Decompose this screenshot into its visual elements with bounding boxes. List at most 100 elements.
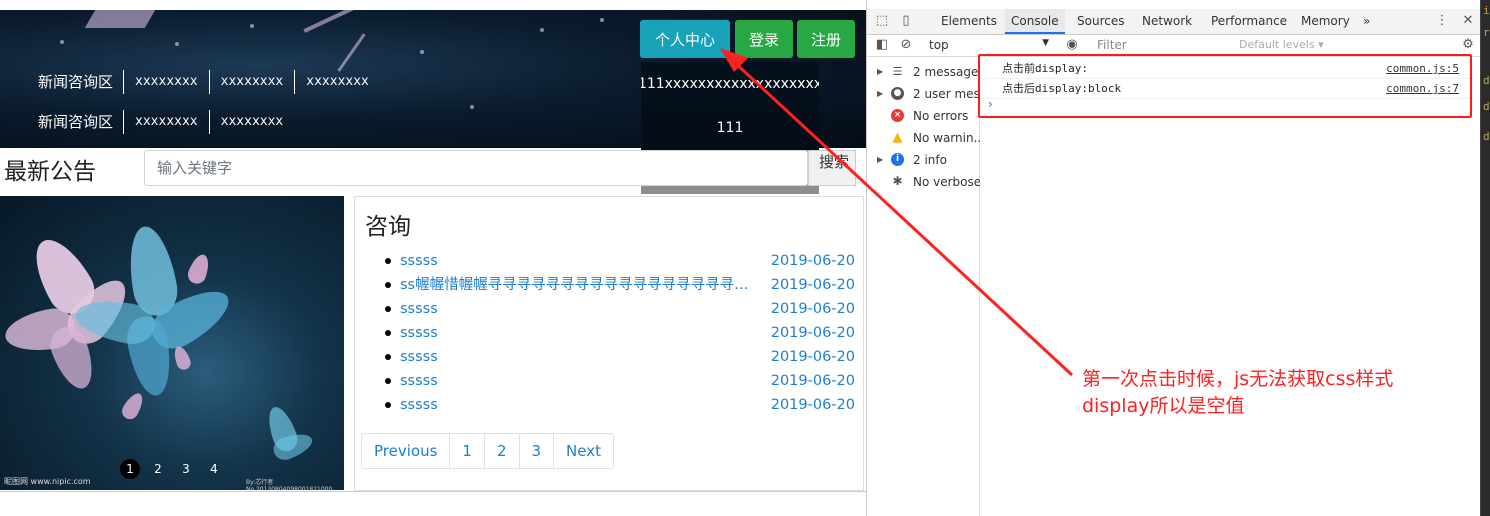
page-3-button[interactable]: 3 xyxy=(518,434,554,468)
list-item: sssss 2019-06-20 xyxy=(385,321,855,345)
bullet-icon xyxy=(385,258,391,264)
register-button[interactable]: 注册 xyxy=(797,20,855,58)
bug-icon: ✱ xyxy=(892,174,903,188)
tab-memory[interactable]: Memory xyxy=(1301,9,1350,34)
eye-icon[interactable]: ◉ xyxy=(1065,38,1079,52)
sidebar-item-errors[interactable]: × No errors xyxy=(867,105,980,127)
consult-item-date: 2019-06-20 xyxy=(770,277,855,293)
tab-elements[interactable]: Elements xyxy=(941,9,997,34)
carousel-indicator[interactable]: 1 xyxy=(120,459,140,479)
kebab-menu-icon[interactable]: ⋮ xyxy=(1435,14,1449,28)
nav-item[interactable]: xxxxxxxx xyxy=(123,70,209,94)
image-carousel[interactable]: 1 2 3 4 昵图网 www.nipic.com By:芯行者 No.2013… xyxy=(0,196,344,490)
page-1-button[interactable]: 1 xyxy=(449,434,484,468)
user-icon: ● xyxy=(891,87,904,100)
carousel-indicator[interactable]: 4 xyxy=(204,459,224,479)
consult-item-link[interactable]: sssss xyxy=(400,249,762,273)
sidebar-toggle-icon[interactable]: ◧ xyxy=(875,38,889,52)
search-button[interactable]: 搜索 xyxy=(808,150,856,186)
tab-performance[interactable]: Performance xyxy=(1211,9,1287,34)
nav-item[interactable]: xxxxxxxx xyxy=(294,70,380,94)
login-button[interactable]: 登录 xyxy=(735,20,793,58)
bullet-icon xyxy=(385,282,391,288)
list-item: sssss 2019-06-20 xyxy=(385,297,855,321)
clear-console-icon[interactable]: ⊘ xyxy=(899,38,913,52)
bullet-icon xyxy=(385,402,391,408)
console-output: 点击前display: common.js:5 点击后display:block… xyxy=(980,57,1474,516)
nav-row-1: 新闻咨询区 xxxxxxxx xxxxxxxx xxxxxxxx xyxy=(28,70,380,94)
carousel-indicator[interactable]: 3 xyxy=(176,459,196,479)
error-icon: × xyxy=(891,109,904,122)
previous-page-button[interactable]: Previous xyxy=(362,434,449,468)
consult-item-link[interactable]: sssss xyxy=(400,321,762,345)
consult-item-link[interactable]: sssss xyxy=(400,369,762,393)
expand-arrow-icon: ▶ xyxy=(877,67,884,76)
list-item: sssss 2019-06-20 xyxy=(385,249,855,273)
sidebar-item-warnings[interactable]: ▲ No warnin... xyxy=(867,127,981,149)
bullet-icon xyxy=(385,306,391,312)
consult-panel: 咨询 sssss 2019-06-20 ss幄幄惜幄幄寻寻寻寻寻寻寻寻寻寻寻寻寻寻… xyxy=(354,196,864,491)
bullet-icon xyxy=(385,330,391,336)
info-icon: i xyxy=(891,153,904,166)
more-tabs-button[interactable]: » xyxy=(1363,9,1370,34)
consult-item-date: 2019-06-20 xyxy=(770,325,855,341)
search-input[interactable] xyxy=(144,150,808,186)
gear-icon[interactable]: ⚙ xyxy=(1461,38,1475,52)
nav-news-zone[interactable]: 新闻咨询区 xyxy=(28,110,123,134)
tab-console[interactable]: Console xyxy=(1005,9,1065,34)
expand-arrow-icon: ▶ xyxy=(877,89,884,98)
highlight-box xyxy=(978,54,1472,118)
sidebar-item-messages[interactable]: ▶ ☰ 2 messages xyxy=(867,61,980,83)
consult-item-link[interactable]: ss幄幄惜幄幄寻寻寻寻寻寻寻寻寻寻寻寻寻寻寻寻寻寻寻寻寻 xyxy=(400,273,762,297)
tab-network[interactable]: Network xyxy=(1142,9,1192,34)
sidebar-item-label: No warnin... xyxy=(913,131,980,145)
dropdown-item[interactable]: 111 xyxy=(641,106,819,150)
warning-icon: ▲ xyxy=(892,130,903,145)
carousel-watermark-right: By:芯行者 No.20130804098001821000 xyxy=(246,479,333,490)
consult-item-link[interactable]: sssss xyxy=(400,345,762,369)
consult-item-date: 2019-06-20 xyxy=(770,349,855,365)
annotation-line-1: 第一次点击时候，js无法获取css样式 xyxy=(1082,368,1394,390)
nav-item[interactable]: xxxxxxxx xyxy=(208,70,295,94)
context-selector[interactable]: top ▼ xyxy=(929,38,1049,54)
annotation-line-2: display所以是空值 xyxy=(1082,395,1245,417)
consult-item-link[interactable]: sssss xyxy=(400,393,762,417)
sidebar-item-label: 2 info xyxy=(913,153,947,167)
latest-notice-title: 最新公告 xyxy=(4,159,96,185)
consult-title: 咨询 xyxy=(365,214,411,240)
consult-item-date: 2019-06-20 xyxy=(770,253,855,269)
consult-list: sssss 2019-06-20 ss幄幄惜幄幄寻寻寻寻寻寻寻寻寻寻寻寻寻寻寻寻寻… xyxy=(385,249,855,417)
page-2-button[interactable]: 2 xyxy=(483,434,519,468)
close-icon[interactable]: ✕ xyxy=(1461,14,1475,28)
inspect-element-icon[interactable]: ⬚ xyxy=(875,14,889,28)
sidebar-item-label: 2 user mes... xyxy=(913,87,980,101)
list-item: ss幄幄惜幄幄寻寻寻寻寻寻寻寻寻寻寻寻寻寻寻寻寻寻寻寻寻 2019-06-20 xyxy=(385,273,855,297)
tab-sources[interactable]: Sources xyxy=(1077,9,1124,34)
divider xyxy=(0,491,866,492)
context-label: top xyxy=(929,38,949,52)
user-center-button[interactable]: 个人中心 xyxy=(640,20,730,58)
device-toolbar-icon[interactable]: ▯ xyxy=(899,14,913,28)
next-page-button[interactable]: Next xyxy=(553,434,613,468)
expand-arrow-icon: ▶ xyxy=(877,155,884,164)
list-item: sssss 2019-06-20 xyxy=(385,393,855,417)
pagination: Previous 1 2 3 Next xyxy=(361,433,614,469)
filter-input[interactable]: Filter xyxy=(1097,38,1227,54)
carousel-indicator[interactable]: 2 xyxy=(148,459,168,479)
nav-news-zone[interactable]: 新闻咨询区 xyxy=(28,70,123,94)
sidebar-item-user-messages[interactable]: ▶ ● 2 user mes... xyxy=(867,83,980,105)
console-sidebar: ▶ ☰ 2 messages ▶ ● 2 user mes... × No er… xyxy=(867,57,980,516)
list-icon: ☰ xyxy=(892,65,903,78)
sidebar-item-info[interactable]: ▶ i 2 info xyxy=(867,149,980,171)
sidebar-item-label: 2 messages xyxy=(913,65,980,79)
bullet-icon xyxy=(385,378,391,384)
consult-item-link[interactable]: sssss xyxy=(400,297,762,321)
nav-row-2: 新闻咨询区 xxxxxxxx xxxxxxxx xyxy=(28,110,294,134)
nav-item[interactable]: xxxxxxxx xyxy=(123,110,209,134)
dropdown-item[interactable]: 111xxxxxxxxxxxxxxxxxxx xyxy=(641,62,819,106)
sidebar-item-verbose[interactable]: ✱ No verbose xyxy=(867,171,980,193)
log-levels-dropdown[interactable]: Default levels ▾ xyxy=(1239,38,1339,54)
devtools-toolbar: ⬚ ▯ Elements Console Sources Network Per… xyxy=(867,9,1481,35)
nav-item[interactable]: xxxxxxxx xyxy=(208,110,295,134)
web-page: 新闻咨询区 xxxxxxxx xxxxxxxx xxxxxxxx 新闻咨询区 x… xyxy=(0,0,866,516)
